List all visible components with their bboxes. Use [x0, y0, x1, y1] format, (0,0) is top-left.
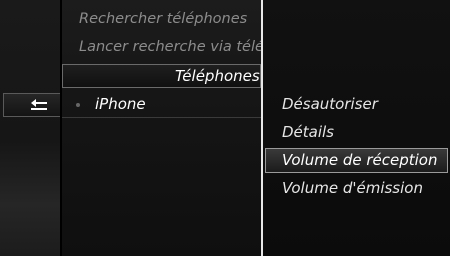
left-gutter	[0, 0, 60, 256]
transmission-volume-item[interactable]: Volume d'émission	[282, 179, 423, 197]
phones-header[interactable]: Téléphones	[62, 64, 261, 88]
device-iphone-item[interactable]: iPhone	[95, 95, 146, 113]
reception-volume-item[interactable]: Volume de réception	[282, 151, 438, 169]
phone-list: Rechercher téléphones Lancer recherche v…	[62, 0, 261, 256]
details-item[interactable]: Détails	[282, 123, 334, 141]
back-arrow-icon[interactable]	[30, 97, 48, 111]
bullet-icon	[76, 103, 80, 107]
phone-menu-screen: Rechercher téléphones Lancer recherche v…	[0, 0, 450, 256]
phones-header-label: Téléphones	[175, 67, 260, 85]
deauthorize-item[interactable]: Désautoriser	[282, 95, 378, 113]
device-submenu: Désautoriser Détails Volume de réception…	[263, 0, 450, 256]
search-phones-item[interactable]: Rechercher téléphones	[79, 11, 247, 27]
row-divider	[62, 117, 261, 118]
start-search-via-phone-item[interactable]: Lancer recherche via téléphone	[79, 39, 261, 55]
